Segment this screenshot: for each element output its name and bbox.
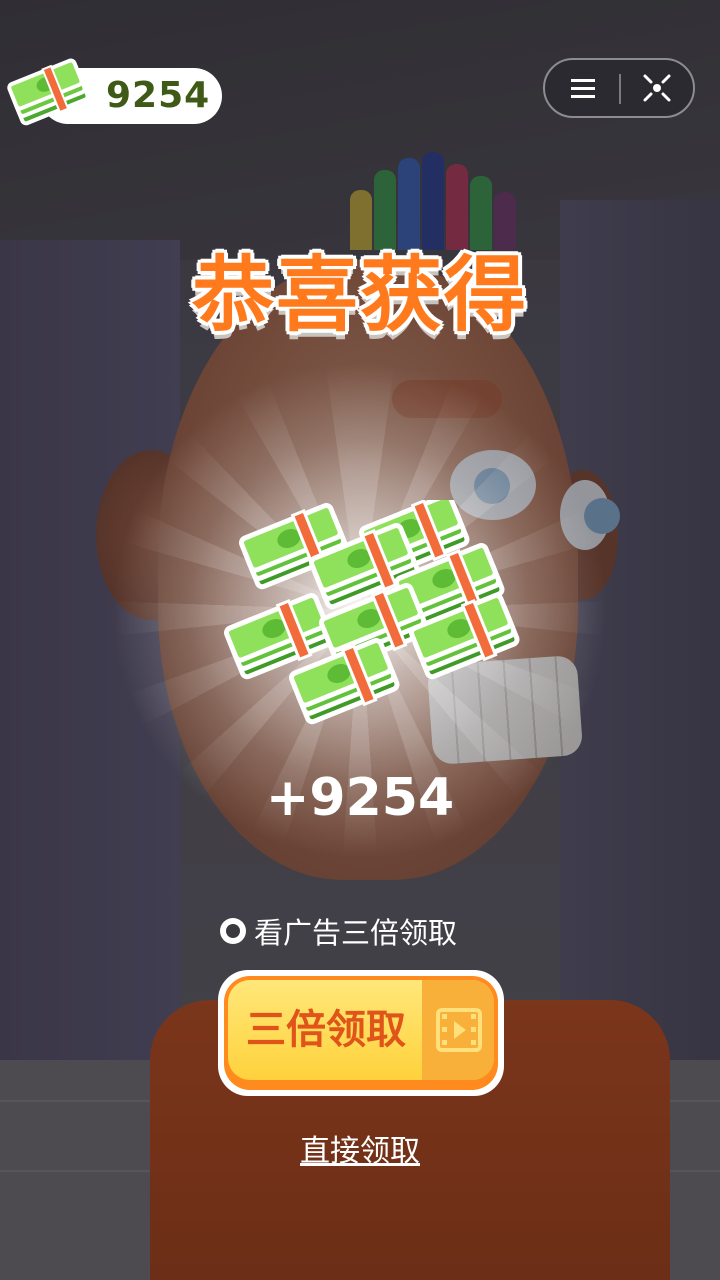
video-icon — [436, 1008, 482, 1052]
coin-count: 9254 — [106, 75, 211, 116]
watch-ad-option-label: 看广告三倍领取 — [254, 916, 458, 950]
close-button[interactable] — [621, 60, 693, 116]
congrats-title: 恭喜获得 — [191, 248, 528, 343]
cash-stack-icon — [7, 58, 90, 126]
reward-amount: +9254 — [265, 768, 455, 828]
miniprogram-capsule — [543, 58, 695, 118]
close-target-icon — [643, 74, 671, 102]
triple-claim-button-face: 三倍领取 — [228, 980, 494, 1080]
menu-button[interactable] — [545, 60, 619, 116]
menu-icon — [571, 79, 595, 98]
direct-claim-link[interactable]: 直接领取 — [0, 1126, 720, 1170]
triple-claim-button[interactable]: 三倍领取 — [218, 970, 504, 1096]
triple-claim-label: 三倍领取 — [246, 1007, 406, 1053]
watch-ad-triple-option[interactable]: 看广告三倍领取 — [220, 910, 457, 952]
cash-pile-icon — [210, 500, 520, 740]
radio-selected-icon[interactable] — [220, 918, 246, 944]
triple-claim-button-border: 三倍领取 — [224, 976, 498, 1090]
